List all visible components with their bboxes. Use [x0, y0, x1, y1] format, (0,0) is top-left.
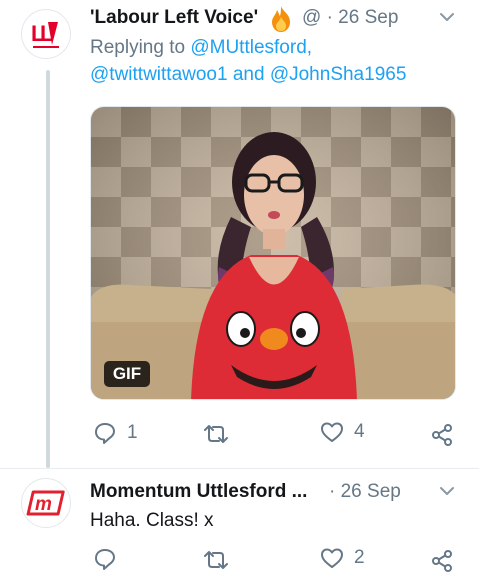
replying-to-line1: Replying to @MUttlesford, — [90, 37, 312, 59]
share-button[interactable] — [430, 549, 454, 573]
share-icon — [432, 424, 452, 446]
momentum-logo: m — [26, 490, 65, 516]
avatar-labour-left-voice[interactable]: L L — [21, 9, 71, 59]
reply-button[interactable] — [93, 547, 127, 571]
mention-twittwittawoo1[interactable]: @twittwittawoo1 — [90, 64, 228, 85]
reply-button[interactable]: 1 — [93, 421, 138, 445]
avatar-momentum-uttlesford[interactable]: m — [21, 478, 71, 528]
mention-muttlesford[interactable]: @MUttlesford, — [190, 37, 312, 58]
gif-preview-image — [91, 107, 455, 399]
reply-count: 1 — [127, 422, 138, 443]
tweet-divider — [0, 468, 479, 469]
tweet1-gif-media[interactable] — [90, 106, 456, 400]
like-count: 4 — [354, 421, 365, 442]
chevron-down-icon[interactable] — [438, 8, 456, 26]
retweet-icon — [204, 551, 228, 569]
retweet-button[interactable] — [203, 549, 239, 571]
retweet-button[interactable] — [203, 423, 239, 445]
reply-icon — [95, 423, 115, 444]
thread-connector-line — [46, 70, 50, 468]
like-button[interactable]: 4 — [320, 421, 365, 443]
tweet1-handle-date[interactable]: @ · 26 Sep — [302, 7, 398, 29]
retweet-icon — [204, 425, 228, 443]
replying-to-line2: @twittwittawoo1 and @JohnSha1965 — [90, 64, 406, 86]
labour-left-voice-logo: L L — [31, 21, 59, 48]
replying-to-label: Replying to — [90, 37, 191, 58]
tweet2-text: Haha. Class! x — [90, 510, 214, 531]
tweet2-display-name[interactable]: Momentum Uttlesford ... — [90, 481, 307, 503]
share-button[interactable] — [430, 423, 454, 447]
svg-text:m: m — [35, 494, 52, 515]
fire-emoji-icon — [268, 5, 294, 33]
like-count: 2 — [354, 547, 365, 568]
gif-badge: GIF — [104, 361, 150, 387]
like-icon — [321, 548, 343, 568]
share-icon — [432, 550, 452, 572]
mention-johnsha1965[interactable]: @JohnSha1965 — [270, 64, 407, 85]
replying-and-text: and — [227, 64, 270, 85]
tweet2-date[interactable]: · 26 Sep — [329, 481, 401, 503]
tweet1-display-name[interactable]: 'Labour Left Voice' — [90, 7, 258, 29]
like-button[interactable]: 2 — [320, 547, 365, 569]
chevron-down-icon[interactable] — [438, 482, 456, 500]
reply-icon — [95, 549, 115, 570]
like-icon — [321, 422, 343, 442]
